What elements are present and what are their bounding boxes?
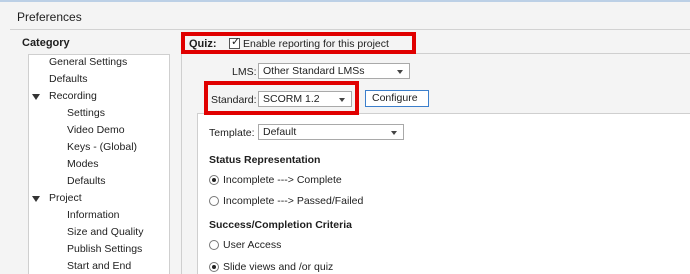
user-access-label[interactable]: User Access [223, 239, 281, 251]
lms-value: Other Standard LMSs [263, 65, 365, 77]
tree-item-recording-defaults[interactable]: Defaults [67, 175, 106, 187]
title-separator [10, 29, 690, 30]
configure-button[interactable]: Configure [365, 90, 429, 107]
tree-item-keys-global[interactable]: Keys - (Global) [67, 141, 137, 153]
window-top-border [0, 0, 690, 2]
lms-dropdown[interactable]: Other Standard LMSs [258, 63, 410, 79]
tree-item-recording[interactable]: Recording [49, 90, 97, 102]
chevron-down-icon [397, 70, 403, 74]
standard-highlight-box [204, 81, 359, 115]
tree-item-recording-settings[interactable]: Settings [67, 107, 105, 119]
category-tree[interactable]: General Settings Defaults Recording Sett… [28, 54, 170, 274]
incomplete-complete-radio[interactable] [209, 175, 219, 185]
lms-label: LMS: [232, 66, 257, 78]
success-criteria-heading: Success/Completion Criteria [209, 219, 352, 231]
expand-arrow-icon[interactable] [32, 94, 40, 100]
slide-views-quiz-label[interactable]: Slide views and /or quiz [223, 261, 333, 273]
template-value: Default [263, 126, 297, 138]
template-label: Template: [209, 127, 255, 139]
tree-item-general-settings[interactable]: General Settings [49, 56, 127, 68]
chevron-down-icon [391, 131, 397, 135]
expand-arrow-icon[interactable] [32, 196, 40, 202]
incomplete-passed-failed-radio[interactable] [209, 196, 219, 206]
tree-item-defaults[interactable]: Defaults [49, 73, 88, 85]
tree-item-size-and-quality[interactable]: Size and Quality [67, 226, 143, 238]
tree-item-project[interactable]: Project [49, 192, 82, 204]
category-heading: Category [22, 37, 70, 49]
category-panel: Category General Settings Defaults Recor… [18, 37, 170, 274]
tree-item-information[interactable]: Information [67, 209, 120, 221]
tree-item-publish-settings[interactable]: Publish Settings [67, 243, 142, 255]
incomplete-complete-label[interactable]: Incomplete ---> Complete [223, 174, 342, 186]
window-title: Preferences [17, 10, 82, 24]
tree-item-start-and-end[interactable]: Start and End [67, 260, 131, 272]
tree-item-video-demo[interactable]: Video Demo [67, 124, 125, 136]
slide-views-quiz-radio[interactable] [209, 262, 219, 272]
user-access-radio[interactable] [209, 240, 219, 250]
tree-item-modes[interactable]: Modes [67, 158, 99, 170]
incomplete-passed-failed-label[interactable]: Incomplete ---> Passed/Failed [223, 195, 363, 207]
status-representation-heading: Status Representation [209, 154, 321, 166]
quiz-highlight-box [181, 32, 416, 54]
template-dropdown[interactable]: Default [258, 124, 404, 140]
